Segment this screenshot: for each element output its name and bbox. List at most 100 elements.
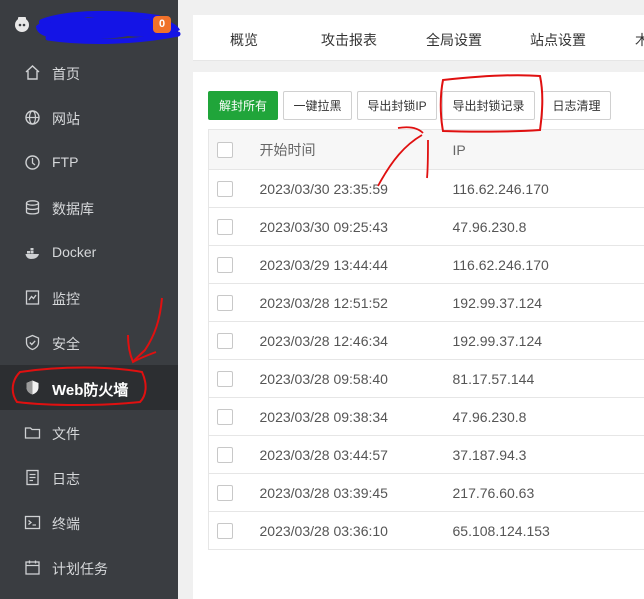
cell-ip: 47.96.230.8 — [452, 207, 644, 246]
unban-all-button[interactable]: 解封所有 — [208, 91, 278, 120]
sidebar-item-database[interactable]: 数据库 — [0, 185, 178, 230]
cell-ip: 116.62.246.170 — [452, 245, 644, 284]
sidebar-item-label: 文件 — [52, 426, 80, 442]
table-row[interactable]: 2023/03/28 03:44:57 37.187.94.3 — [208, 435, 644, 474]
table-row[interactable]: 2023/03/29 13:44:44 116.62.246.170 — [208, 245, 644, 284]
row-checkbox[interactable] — [217, 523, 233, 540]
select-all-checkbox[interactable] — [217, 142, 233, 159]
brand-header: 0 — [0, 0, 181, 50]
cell-start-time: 2023/03/28 03:39:45 — [245, 473, 453, 512]
row-checkbox[interactable] — [217, 219, 233, 236]
sidebar-item-label: 网站 — [52, 111, 80, 127]
table-row[interactable]: 2023/03/28 03:39:45 217.76.60.63 — [208, 473, 644, 512]
folder-icon — [24, 427, 41, 439]
sidebar: 0 首页 网站 FTP 数据库 Docker 监控 安全 Web防火墙 文件 日… — [0, 0, 181, 599]
row-checkbox[interactable] — [217, 295, 233, 312]
sidebar-item-terminal[interactable]: 终端 — [0, 500, 178, 545]
sidebar-item-label: 计划任务 — [52, 561, 108, 577]
sidebar-item-ftp[interactable]: FTP — [0, 140, 178, 185]
row-checkbox[interactable] — [217, 371, 233, 388]
block-records-table: 开始时间 IP 2023/03/30 23:35:59 116.62.246.17… — [208, 129, 644, 550]
cell-start-time: 2023/03/28 12:51:52 — [245, 283, 453, 322]
row-select-cell — [208, 473, 246, 512]
notification-badge[interactable]: 0 — [153, 16, 171, 33]
top-tab-bar: 概览 攻击报表 全局设置 站点设置 木 — [193, 15, 644, 61]
row-select-cell — [208, 283, 246, 322]
row-select-cell — [208, 169, 246, 208]
shield-check-icon — [25, 334, 40, 351]
cell-ip: 81.17.57.144 — [452, 359, 644, 398]
sidebar-item-website[interactable]: 网站 — [0, 95, 178, 140]
row-checkbox[interactable] — [217, 333, 233, 350]
sidebar-item-security[interactable]: 安全 — [0, 320, 178, 365]
export-block-records-button[interactable]: 导出封锁记录 — [442, 91, 535, 120]
cell-start-time: 2023/03/30 23:35:59 — [245, 169, 453, 208]
cell-ip: 192.99.37.124 — [452, 321, 644, 360]
row-select-cell — [208, 359, 246, 398]
export-blocked-ip-button[interactable]: 导出封锁IP — [357, 91, 437, 120]
cell-start-time: 2023/03/28 03:36:10 — [245, 511, 453, 550]
header-select-cell — [208, 129, 246, 170]
sidebar-item-files[interactable]: 文件 — [0, 410, 178, 455]
tab-truncated[interactable]: 木 — [635, 30, 644, 50]
column-header-ip[interactable]: IP — [452, 129, 644, 170]
sidebar-item-label: FTP — [52, 154, 79, 170]
database-icon — [25, 200, 40, 215]
sidebar-item-docker[interactable]: Docker — [0, 230, 178, 275]
sidebar-item-label: Web防火墙 — [52, 382, 129, 399]
sidebar-item-label: 监控 — [52, 291, 80, 307]
row-checkbox[interactable] — [217, 257, 233, 274]
cell-ip: 116.62.246.170 — [452, 169, 644, 208]
firewall-shield-icon — [26, 380, 39, 395]
cell-ip: 37.187.94.3 — [452, 435, 644, 474]
row-checkbox[interactable] — [217, 409, 233, 426]
cell-start-time: 2023/03/30 09:25:43 — [245, 207, 453, 246]
table-row[interactable]: 2023/03/28 09:38:34 47.96.230.8 — [208, 397, 644, 436]
quick-block-button[interactable]: 一键拉黑 — [283, 91, 352, 120]
calendar-icon — [25, 560, 40, 575]
log-icon — [26, 469, 39, 486]
row-select-cell — [208, 321, 246, 360]
table-row[interactable]: 2023/03/28 03:36:10 65.108.124.153 — [208, 511, 644, 550]
sidebar-item-label: 首页 — [52, 66, 80, 82]
cell-ip: 217.76.60.63 — [452, 473, 644, 512]
tab-global-settings[interactable]: 全局设置 — [426, 30, 482, 50]
table-row[interactable]: 2023/03/28 12:51:52 192.99.37.124 — [208, 283, 644, 322]
row-checkbox[interactable] — [217, 485, 233, 502]
cell-ip: 192.99.37.124 — [452, 283, 644, 322]
sidebar-nav: 首页 网站 FTP 数据库 Docker 监控 安全 Web防火墙 文件 日志 … — [0, 50, 178, 590]
main-panel: 解封所有 一键拉黑 导出封锁IP 导出封锁记录 日志清理 开始时间 IP 202… — [193, 72, 644, 599]
tab-attack-report[interactable]: 攻击报表 — [321, 30, 377, 50]
row-select-cell — [208, 207, 246, 246]
ftp-icon — [25, 155, 40, 170]
sidebar-item-label: 安全 — [52, 336, 80, 352]
sidebar-item-home[interactable]: 首页 — [0, 50, 178, 95]
column-header-start-time[interactable]: 开始时间 — [245, 129, 453, 170]
sidebar-item-web-firewall[interactable]: Web防火墙 — [0, 365, 178, 410]
tab-site-settings[interactable]: 站点设置 — [530, 30, 586, 50]
row-select-cell — [208, 435, 246, 474]
table-row[interactable]: 2023/03/28 12:46:34 192.99.37.124 — [208, 321, 644, 360]
row-select-cell — [208, 245, 246, 284]
table-row[interactable]: 2023/03/30 23:35:59 116.62.246.170 — [208, 169, 644, 208]
table-header-row: 开始时间 IP — [208, 129, 644, 170]
table-row[interactable]: 2023/03/30 09:25:43 47.96.230.8 — [208, 207, 644, 246]
terminal-icon — [24, 515, 41, 530]
sidebar-item-monitor[interactable]: 监控 — [0, 275, 178, 320]
clear-logs-button[interactable]: 日志清理 — [542, 91, 611, 120]
cell-start-time: 2023/03/28 09:58:40 — [245, 359, 453, 398]
row-checkbox[interactable] — [217, 447, 233, 464]
cell-ip: 65.108.124.153 — [452, 511, 644, 550]
sidebar-item-cron[interactable]: 计划任务 — [0, 545, 178, 590]
sidebar-item-label: Docker — [52, 244, 97, 260]
docker-icon — [25, 248, 39, 259]
globe-icon — [25, 110, 40, 125]
tab-overview[interactable]: 概览 — [230, 30, 258, 50]
table-row[interactable]: 2023/03/28 09:58:40 81.17.57.144 — [208, 359, 644, 398]
sidebar-item-logs[interactable]: 日志 — [0, 455, 178, 500]
row-checkbox[interactable] — [217, 181, 233, 198]
row-select-cell — [208, 397, 246, 436]
cell-ip: 47.96.230.8 — [452, 397, 644, 436]
sidebar-item-label: 日志 — [52, 471, 80, 487]
home-icon — [25, 65, 40, 80]
